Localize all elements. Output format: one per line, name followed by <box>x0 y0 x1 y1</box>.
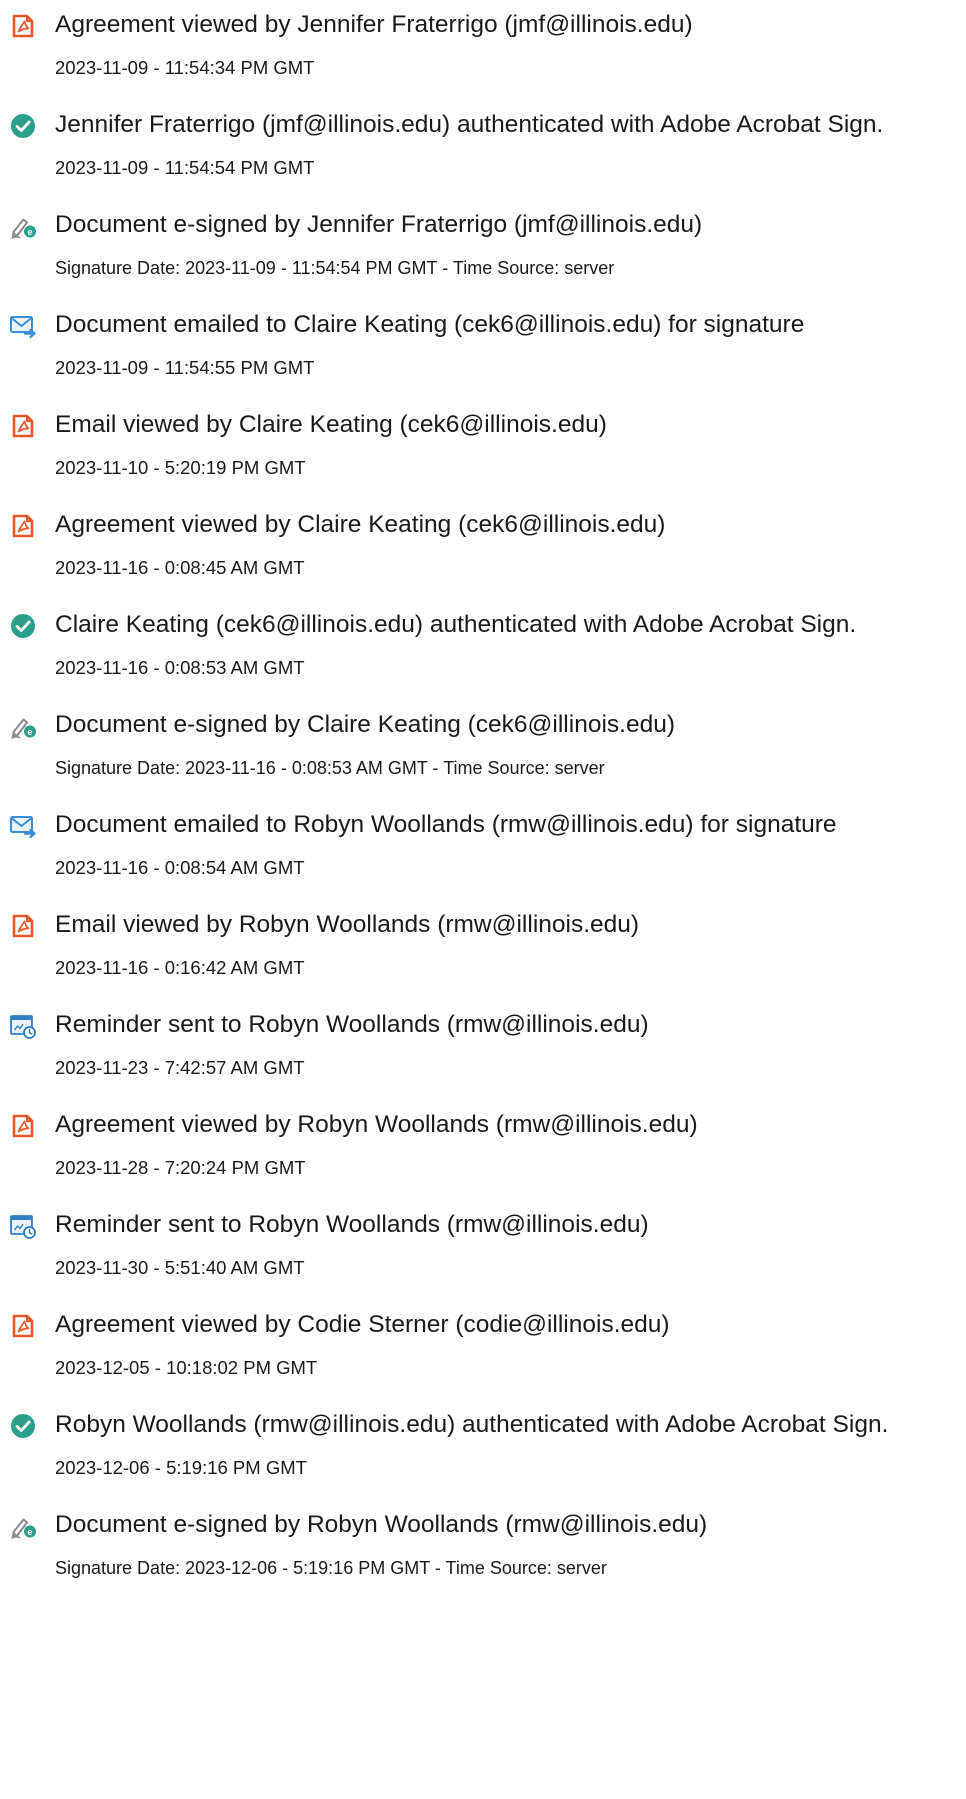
agreement-viewed-icon <box>8 911 38 941</box>
agreement-viewed-icon <box>8 511 38 541</box>
audit-event: e Document e-signed by Jennifer Fraterri… <box>0 200 966 300</box>
audit-event: Jennifer Fraterrigo (jmf@illinois.edu) a… <box>0 100 966 200</box>
event-timestamp: 2023-11-09 - 11:54:54 PM GMT <box>55 157 315 178</box>
authenticated-check-icon <box>8 1411 38 1441</box>
event-timestamp: 2023-11-16 - 0:16:42 AM GMT <box>55 957 305 978</box>
e-signed-pen-icon: e <box>8 211 38 241</box>
event-title: Agreement viewed by Robyn Woollands (rmw… <box>55 1111 698 1138</box>
reminder-calendar-icon <box>8 1011 38 1041</box>
audit-event: Reminder sent to Robyn Woollands (rmw@il… <box>0 1200 966 1300</box>
e-signed-pen-icon: e <box>8 711 38 741</box>
audit-event: Claire Keating (cek6@illinois.edu) authe… <box>0 600 966 700</box>
reminder-calendar-icon <box>8 1211 38 1241</box>
event-timestamp: 2023-11-09 - 11:54:55 PM GMT <box>55 357 315 378</box>
emailed-envelope-icon <box>8 311 38 341</box>
audit-event: Document emailed to Robyn Woollands (rmw… <box>0 800 966 900</box>
audit-event: Reminder sent to Robyn Woollands (rmw@il… <box>0 1000 966 1100</box>
event-timestamp: 2023-11-16 - 0:08:45 AM GMT <box>55 557 305 578</box>
event-title: Robyn Woollands (rmw@illinois.edu) authe… <box>55 1411 889 1438</box>
event-timestamp: 2023-11-23 - 7:42:57 AM GMT <box>55 1057 305 1078</box>
authenticated-check-icon <box>8 611 38 641</box>
event-title: Claire Keating (cek6@illinois.edu) authe… <box>55 611 857 638</box>
audit-event: e Document e-signed by Claire Keating (c… <box>0 700 966 800</box>
audit-event: Robyn Woollands (rmw@illinois.edu) authe… <box>0 1400 966 1500</box>
audit-event: Agreement viewed by Claire Keating (cek6… <box>0 500 966 600</box>
event-title: Jennifer Fraterrigo (jmf@illinois.edu) a… <box>55 111 884 138</box>
event-title: Document e-signed by Jennifer Fraterrigo… <box>55 211 703 238</box>
svg-text:e: e <box>27 227 32 237</box>
event-timestamp: 2023-11-09 - 11:54:34 PM GMT <box>55 57 315 78</box>
agreement-viewed-icon <box>8 411 38 441</box>
event-timestamp: 2023-12-05 - 10:18:02 PM GMT <box>55 1357 318 1378</box>
event-timestamp: 2023-11-16 - 0:08:53 AM GMT <box>55 657 305 678</box>
audit-event: Document emailed to Claire Keating (cek6… <box>0 300 966 400</box>
audit-event: e Document e-signed by Robyn Woollands (… <box>0 1500 966 1600</box>
audit-event: Agreement viewed by Robyn Woollands (rmw… <box>0 1100 966 1200</box>
event-timestamp: 2023-12-06 - 5:19:16 PM GMT <box>55 1457 307 1478</box>
agreement-viewed-icon <box>8 11 38 41</box>
event-timestamp: 2023-11-10 - 5:20:19 PM GMT <box>55 457 306 478</box>
event-title: Document emailed to Robyn Woollands (rmw… <box>55 811 837 838</box>
signature-date: Signature Date: 2023-11-09 - 11:54:54 PM… <box>55 258 615 278</box>
signature-date: Signature Date: 2023-12-06 - 5:19:16 PM … <box>55 1558 607 1578</box>
event-title: Document e-signed by Claire Keating (cek… <box>55 711 675 738</box>
audit-event: Email viewed by Robyn Woollands (rmw@ill… <box>0 900 966 1000</box>
audit-event: Agreement viewed by Codie Sterner (codie… <box>0 1300 966 1400</box>
signature-date: Signature Date: 2023-11-16 - 0:08:53 AM … <box>55 758 605 778</box>
event-title: Agreement viewed by Jennifer Fraterrigo … <box>55 11 693 38</box>
event-title: Reminder sent to Robyn Woollands (rmw@il… <box>55 1211 649 1238</box>
agreement-viewed-icon <box>8 1311 38 1341</box>
event-title: Agreement viewed by Claire Keating (cek6… <box>55 511 666 538</box>
e-signed-pen-icon: e <box>8 1511 38 1541</box>
event-timestamp: 2023-11-16 - 0:08:54 AM GMT <box>55 857 305 878</box>
svg-text:e: e <box>27 1527 32 1537</box>
agreement-viewed-icon <box>8 1111 38 1141</box>
svg-text:e: e <box>27 727 32 737</box>
audit-event: Email viewed by Claire Keating (cek6@ill… <box>0 400 966 500</box>
audit-event: Agreement viewed by Jennifer Fraterrigo … <box>0 0 966 100</box>
event-title: Document e-signed by Robyn Woollands (rm… <box>55 1511 708 1538</box>
event-title: Email viewed by Robyn Woollands (rmw@ill… <box>55 911 640 938</box>
event-title: Email viewed by Claire Keating (cek6@ill… <box>55 411 607 438</box>
event-title: Agreement viewed by Codie Sterner (codie… <box>55 1311 670 1338</box>
event-title: Reminder sent to Robyn Woollands (rmw@il… <box>55 1011 649 1038</box>
emailed-envelope-icon <box>8 811 38 841</box>
event-title: Document emailed to Claire Keating (cek6… <box>55 311 805 338</box>
event-timestamp: 2023-11-28 - 7:20:24 PM GMT <box>55 1157 306 1178</box>
event-timestamp: 2023-11-30 - 5:51:40 AM GMT <box>55 1257 305 1278</box>
authenticated-check-icon <box>8 111 38 141</box>
